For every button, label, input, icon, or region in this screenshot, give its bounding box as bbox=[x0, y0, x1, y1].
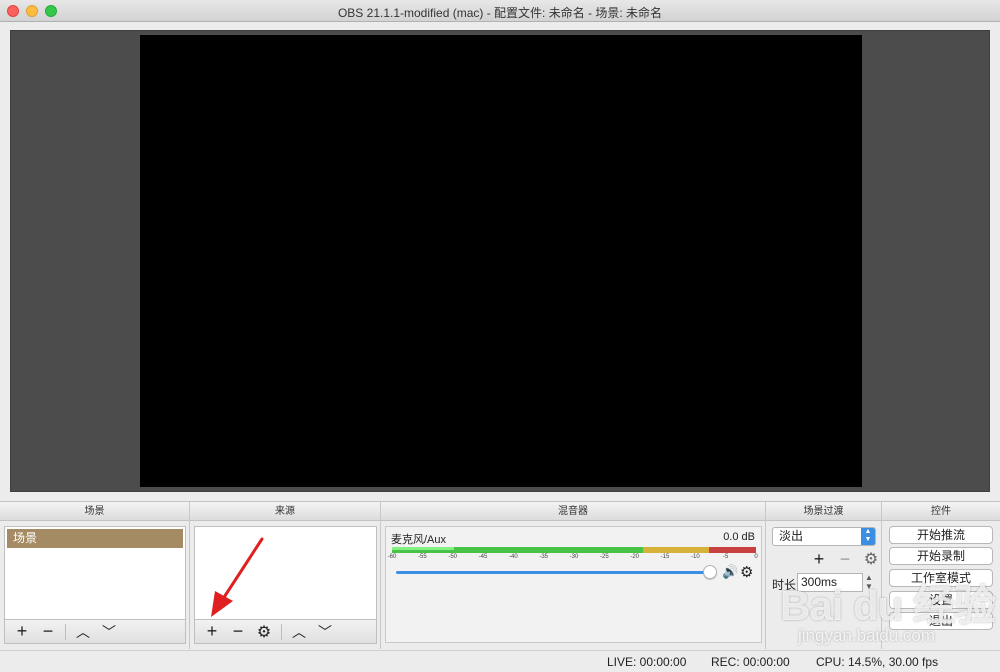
volume-slider-handle[interactable] bbox=[703, 565, 717, 579]
start-streaming-button[interactable]: 开始推流 bbox=[889, 526, 993, 544]
scenes-dock-title: 场景 bbox=[0, 501, 189, 521]
move-scene-down-chevron-icon[interactable]: ﹀ bbox=[96, 621, 122, 643]
watermark-logo: Bai du 经验 bbox=[780, 582, 996, 629]
meter-tick-label: -5 bbox=[722, 554, 729, 560]
meter-tick-label: -50 bbox=[448, 554, 457, 560]
scenes-dock: 场景 场景 + − ︿ ﹀ bbox=[0, 501, 190, 649]
scene-item[interactable]: 场景 bbox=[7, 529, 183, 548]
transition-settings-gear-icon[interactable]: ⚙ bbox=[858, 548, 884, 570]
add-scene-plus-icon[interactable]: + bbox=[9, 621, 35, 643]
meter-tick-label: 0 bbox=[754, 554, 758, 560]
transition-select-value: 淡出 bbox=[779, 529, 804, 543]
add-source-plus-icon[interactable]: + bbox=[199, 621, 225, 643]
scenes-list[interactable]: 场景 bbox=[4, 526, 186, 620]
sources-toolbar: + − ⚙ ︿ ﹀ bbox=[194, 620, 377, 644]
toolbar-divider bbox=[65, 623, 66, 640]
meter-tick-label: -10 bbox=[690, 554, 700, 560]
move-source-down-chevron-icon[interactable]: ﹀ bbox=[312, 621, 338, 643]
controls-dock-title: 控件 bbox=[882, 501, 1000, 521]
meter-tick-label: -35 bbox=[539, 554, 548, 560]
mixer-channel-level: 0.0 dB bbox=[723, 531, 755, 543]
move-source-up-chevron-icon[interactable]: ︿ bbox=[286, 621, 312, 643]
transitions-dock-title: 场景过渡 bbox=[766, 501, 881, 521]
volume-speaker-icon[interactable]: 🔊 bbox=[722, 564, 738, 580]
cpu-status: CPU: 14.5%, 30.00 fps bbox=[816, 655, 939, 669]
meter-tick-label: -25 bbox=[599, 554, 609, 560]
meter-tick-label: -45 bbox=[478, 554, 488, 560]
meter-yellow-zone bbox=[643, 547, 709, 553]
mixer-dock: 混音器 麦克风/Aux 0.0 dB -60 -55 -50 -45 -40 -35 -30… bbox=[381, 501, 766, 649]
volume-slider-track[interactable] bbox=[396, 571, 710, 574]
baidu-watermark: Bai du 经验 jingyan.baidu.com bbox=[780, 572, 1000, 652]
meter-red-zone bbox=[708, 547, 756, 553]
source-properties-gear-icon[interactable]: ⚙ bbox=[251, 621, 277, 643]
mixer-settings-gear-icon[interactable]: ⚙ bbox=[740, 563, 753, 581]
scenes-toolbar: + − ︿ ﹀ bbox=[4, 620, 186, 644]
status-bar: LIVE: 00:00:00 REC: 00:00:00 CPU: 14.5%,… bbox=[0, 650, 1000, 672]
meter-tick-label: -15 bbox=[660, 554, 670, 560]
window-title: OBS 21.1.1-modified (mac) - 配置文件: 未命名 - … bbox=[337, 6, 663, 20]
transition-toolbar: + − ⚙ bbox=[806, 548, 884, 570]
meter-peak-bar bbox=[392, 547, 454, 550]
mixer-channel: 麦克风/Aux 0.0 dB -60 -55 -50 -45 -40 -35 -30 -25-… bbox=[385, 526, 762, 643]
remove-source-minus-icon[interactable]: − bbox=[225, 621, 251, 643]
remove-scene-minus-icon[interactable]: − bbox=[35, 621, 61, 643]
transition-select[interactable]: 淡出 ▲ ▼ bbox=[772, 527, 876, 546]
title-bar: OBS 21.1.1-modified (mac) - 配置文件: 未命名 - … bbox=[0, 0, 1000, 22]
start-recording-button[interactable]: 开始录制 bbox=[889, 547, 993, 565]
rec-status: REC: 00:00:00 bbox=[711, 655, 790, 669]
annotation-arrow-icon bbox=[211, 537, 264, 617]
mixer-channel-name: 麦克风/Aux bbox=[391, 534, 447, 546]
preview-area[interactable] bbox=[10, 30, 990, 492]
watermark-url: jingyan.baidu.com bbox=[798, 626, 936, 645]
mixer-dock-title: 混音器 bbox=[381, 501, 765, 521]
meter-tick-label: -40 bbox=[508, 554, 518, 560]
remove-transition-minus-icon[interactable]: − bbox=[832, 548, 858, 570]
live-status: LIVE: 00:00:00 bbox=[607, 655, 687, 669]
select-stepper-icon: ▲ ▼ bbox=[861, 528, 875, 545]
add-transition-plus-icon[interactable]: + bbox=[806, 548, 832, 570]
meter-ticks: -60 -55 -50 -45 -40 -35 -30 -25 -20 -15 -10 -5 0 bbox=[388, 554, 758, 562]
meter-tick-label: -55 bbox=[417, 554, 427, 560]
sources-dock-title: 来源 bbox=[190, 501, 380, 521]
meter-tick-label: -60 bbox=[387, 554, 397, 560]
preview-canvas[interactable] bbox=[140, 35, 862, 487]
meter-tick-label: -20 bbox=[630, 554, 639, 560]
move-scene-up-chevron-icon[interactable]: ︿ bbox=[70, 621, 96, 643]
meter-tick-label: -30 bbox=[569, 554, 579, 560]
toolbar-divider bbox=[281, 623, 282, 640]
